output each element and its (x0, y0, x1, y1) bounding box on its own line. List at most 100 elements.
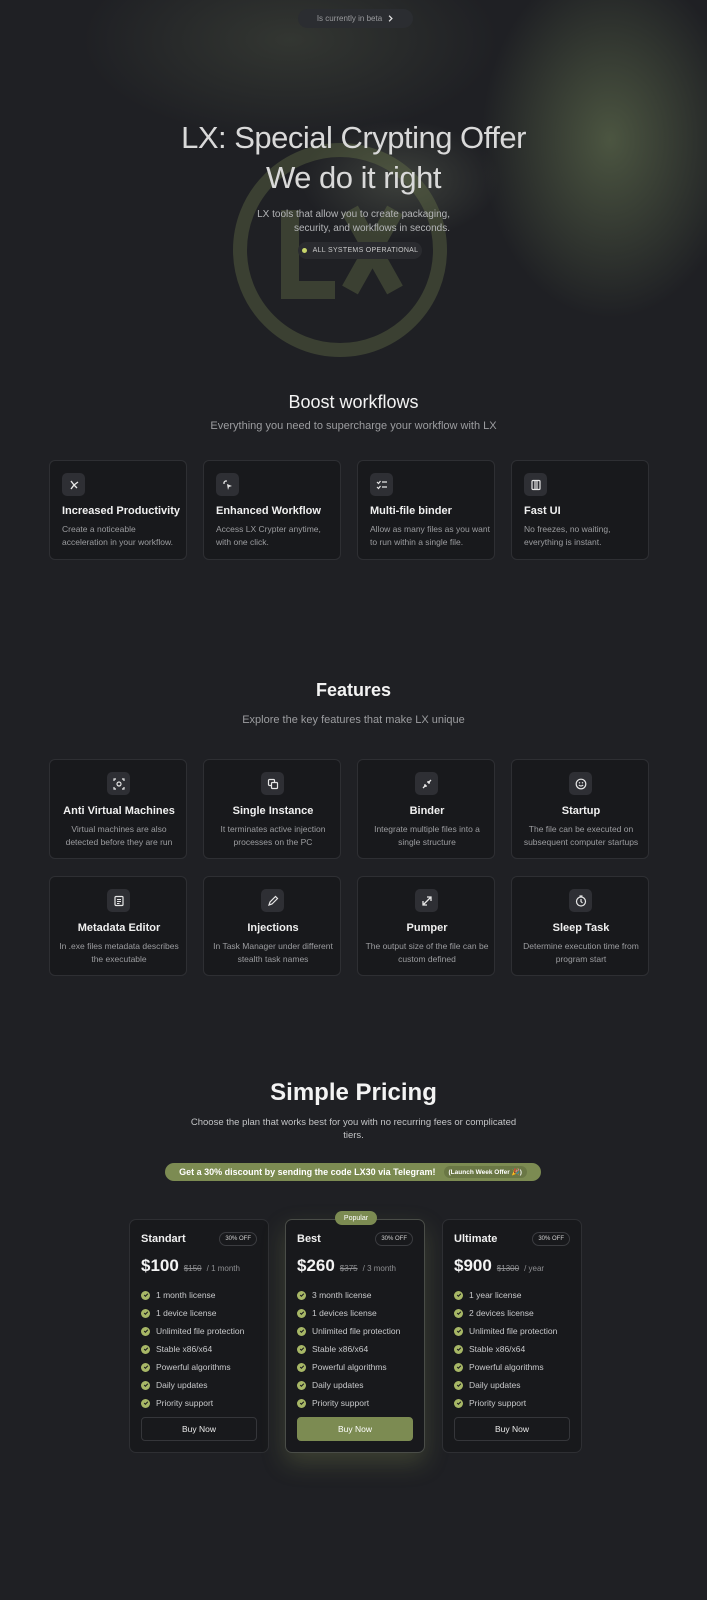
check-circle-icon (454, 1398, 463, 1408)
workflow-card-multi-file-binder: Multi-file binder Allow as many files as… (357, 460, 495, 560)
workflow-card-title: Fast UI (524, 505, 561, 517)
check-circle-icon (454, 1308, 463, 1318)
plan-feature-label: 3 month license (312, 1290, 372, 1300)
feature-card-title: Sleep Task (552, 922, 610, 934)
check-circle-icon (454, 1344, 463, 1354)
promo-tag: (Launch Week Offer 🎉) (443, 1166, 527, 1178)
plan-feature-item: Priority support (454, 1394, 557, 1412)
plan-price-value: $900 (454, 1256, 492, 1275)
workflow-card-description: No freezes, no waiting, everything is in… (524, 524, 611, 547)
pricing-card-best: Best 30% OFF $260 $375 / 3 month 3 month… (285, 1219, 425, 1453)
feature-card-description: In .exe files metadata describes the exe… (59, 941, 179, 964)
pricing-subtitle-line2: tiers. (343, 1130, 364, 1141)
beta-banner-link[interactable]: Is currently in beta (298, 9, 413, 28)
check-circle-icon (454, 1326, 463, 1336)
plan-feature-item: Stable x86/x64 (141, 1340, 244, 1358)
document-icon (107, 889, 130, 912)
workflow-card-enhanced-workflow: Enhanced Workflow Access LX Crypter anyt… (203, 460, 341, 560)
pricing-subtitle-line1: Choose the plan that works best for you … (190, 1117, 517, 1128)
check-circle-icon (297, 1308, 306, 1318)
checklist-icon (370, 473, 393, 496)
status-dot-icon (301, 248, 307, 253)
plan-old-price: $150 (183, 1264, 202, 1273)
check-circle-icon (141, 1326, 150, 1336)
plan-old-price: $1300 (496, 1264, 520, 1273)
feature-card-title: Startup (561, 805, 601, 817)
chevron-right-icon (388, 15, 393, 22)
plan-price: $260 $375 / 3 month (297, 1256, 396, 1276)
plan-feature-item: Priority support (297, 1394, 400, 1412)
plan-feature-label: Stable x86/x64 (469, 1344, 526, 1354)
plan-feature-label: Unlimited file protection (312, 1326, 401, 1336)
workflow-card-increased-productivity: Increased Productivity Create a noticeab… (49, 460, 187, 560)
plan-feature-list: 3 month license 1 devices license Unlimi… (297, 1286, 400, 1412)
feature-card-title: Binder (409, 805, 445, 817)
plan-feature-label: 2 devices license (469, 1308, 534, 1318)
feature-card-description: Determine execution time from program st… (523, 941, 639, 964)
expand-arrows-icon (415, 889, 438, 912)
check-circle-icon (297, 1290, 306, 1300)
plan-name: Ultimate (454, 1233, 498, 1245)
discount-badge: 30% OFF (532, 1232, 570, 1246)
plan-feature-label: Powerful algorithms (312, 1362, 387, 1372)
plan-feature-item: 1 month license (141, 1286, 244, 1304)
plan-feature-label: Priority support (312, 1398, 370, 1408)
feature-card-injections: Injections In Task Manager under differe… (203, 876, 341, 976)
plan-feature-label: Unlimited file protection (156, 1326, 245, 1336)
hero-subtitle-line2: security, and workflows in seconds. (294, 223, 450, 234)
popular-badge: Popular (335, 1211, 377, 1225)
check-circle-icon (141, 1380, 150, 1390)
branch-icon (62, 473, 85, 496)
feature-card-description: The file can be executed on subsequent c… (523, 824, 639, 847)
plan-period: / 3 month (362, 1264, 396, 1273)
feature-card-description: Virtual machines are also detected befor… (65, 824, 173, 847)
plan-feature-item: Unlimited file protection (297, 1322, 400, 1340)
hero-title-line1: LX: Special Crypting Offer (181, 120, 526, 155)
buy-now-button[interactable]: Buy Now (297, 1417, 413, 1441)
plan-feature-item: Stable x86/x64 (297, 1340, 400, 1358)
plan-name: Standart (141, 1233, 186, 1245)
promo-banner[interactable]: Get a 30% discount by sending the code L… (165, 1163, 541, 1181)
merge-arrows-icon (415, 772, 438, 795)
check-circle-icon (141, 1290, 150, 1300)
workflow-card-fast-ui: Fast UI No freezes, no waiting, everythi… (511, 460, 649, 560)
buy-now-button[interactable]: Buy Now (141, 1417, 257, 1441)
feature-card-description: Integrate multiple files into a single s… (374, 824, 480, 847)
feature-card-sleep-task: Sleep Task Determine execution time from… (511, 876, 649, 976)
workflow-card-title: Multi-file binder (370, 505, 452, 517)
timer-icon (569, 889, 592, 912)
feature-card-metadata-editor: Metadata Editor In .exe files metadata d… (49, 876, 187, 976)
plan-feature-label: Priority support (469, 1398, 527, 1408)
plan-feature-item: Stable x86/x64 (454, 1340, 557, 1358)
plan-feature-item: Powerful algorithms (141, 1358, 244, 1376)
plan-feature-item: 2 devices license (454, 1304, 557, 1322)
check-circle-icon (297, 1326, 306, 1336)
hero-title-line2: We do it right (265, 160, 442, 195)
plan-feature-label: Stable x86/x64 (156, 1344, 213, 1354)
pricing-title: Simple Pricing (270, 1079, 437, 1106)
check-circle-icon (454, 1290, 463, 1300)
check-circle-icon (297, 1362, 306, 1372)
status-label: ALL SYSTEMS OPERATIONAL (312, 247, 419, 254)
check-circle-icon (297, 1344, 306, 1354)
plan-feature-item: Powerful algorithms (454, 1358, 557, 1376)
plan-price: $900 $1300 / year (454, 1256, 544, 1276)
plan-feature-label: Daily updates (312, 1380, 364, 1390)
check-circle-icon (297, 1398, 306, 1408)
check-circle-icon (297, 1380, 306, 1390)
discount-badge: 30% OFF (219, 1232, 257, 1246)
plan-feature-label: 1 year license (469, 1290, 522, 1300)
buy-now-button[interactable]: Buy Now (454, 1417, 570, 1441)
plan-period: / 1 month (206, 1264, 240, 1273)
hero-subtitle-line1: LX tools that allow you to create packag… (257, 209, 450, 220)
plan-feature-item: 1 year license (454, 1286, 557, 1304)
pricing-card-ultimate: Ultimate 30% OFF $900 $1300 / year 1 yea… (442, 1219, 582, 1453)
features-subtitle: Explore the key features that make LX un… (242, 714, 465, 726)
plan-feature-label: Daily updates (156, 1380, 208, 1390)
beta-label: Is currently in beta (316, 14, 383, 23)
feature-card-title: Pumper (406, 922, 448, 934)
plan-old-price: $375 (339, 1264, 358, 1273)
features-title: Features (315, 680, 392, 700)
plan-price-value: $260 (297, 1256, 335, 1275)
hero-subtitle: LX tools that allow you to create packag… (230, 208, 450, 236)
